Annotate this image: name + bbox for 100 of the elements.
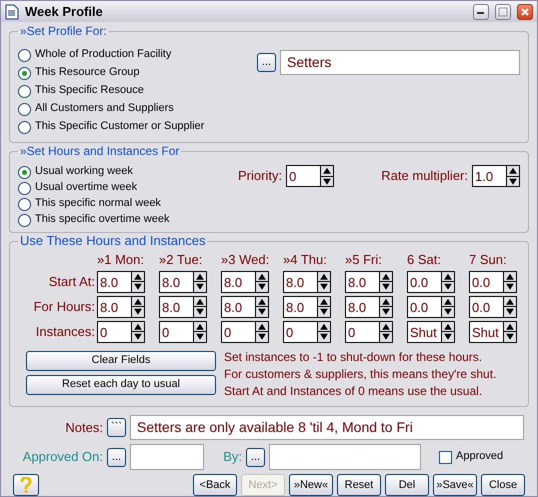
spin-arrows[interactable]: [503, 322, 516, 342]
spin-field[interactable]: 8.0: [221, 270, 269, 293]
browse-button[interactable]: ...: [257, 53, 276, 72]
radio-option[interactable]: This specific overtime week: [18, 212, 238, 228]
radio-option[interactable]: All Customers and Suppliers: [18, 100, 257, 118]
day-label: 7 Sun:: [469, 252, 508, 268]
spin-arrows[interactable]: [131, 272, 144, 292]
group-title: »Set Hours and Instances For: [18, 144, 182, 158]
radio-option[interactable]: This Specific Resouce: [18, 82, 257, 100]
radio-option[interactable]: This Specific Customer or Supplier: [18, 118, 257, 136]
maximize-button[interactable]: [495, 4, 511, 20]
spin-arrows[interactable]: [503, 296, 516, 317]
spin-field[interactable]: 8.0: [283, 270, 331, 293]
spin-field[interactable]: 0: [97, 320, 145, 343]
group-name-field[interactable]: Setters: [280, 50, 520, 75]
minimize-button[interactable]: [473, 4, 489, 20]
nav-button[interactable]: Close: [481, 474, 525, 496]
nav-button[interactable]: »Save«: [433, 474, 477, 496]
spin-field[interactable]: 8.0: [345, 296, 393, 318]
radio-option[interactable]: Usual working week: [18, 164, 238, 180]
radio-option[interactable]: This Resource Group: [18, 64, 257, 82]
nav-button[interactable]: »New«: [289, 474, 333, 496]
spin-arrows[interactable]: [193, 272, 206, 292]
spin-field[interactable]: 8.0: [283, 296, 331, 318]
spin-field[interactable]: 0: [345, 320, 393, 343]
spin-arrows[interactable]: [317, 272, 330, 292]
radio-option[interactable]: Usual overtime week: [18, 180, 238, 196]
nav-button[interactable]: <Back: [193, 474, 237, 496]
group-title: »Set Profile For:: [18, 24, 109, 38]
spin-arrows[interactable]: [506, 166, 519, 186]
spin-arrows[interactable]: [320, 166, 334, 186]
checkbox[interactable]: [439, 450, 452, 464]
help-icon: [20, 477, 32, 493]
row-label: For Hours:: [32, 298, 96, 314]
row-label: Start At:: [48, 274, 96, 290]
action-button[interactable]: Clear Fields: [26, 350, 216, 371]
spin-field[interactable]: 0.0: [469, 296, 517, 318]
spin-field[interactable]: 8.0: [221, 296, 269, 318]
nav-button[interactable]: Del: [385, 474, 429, 496]
window-title: Week Profile: [25, 4, 104, 20]
hint-text: Start At and Instances of 0 means use the usual.: [224, 382, 484, 400]
day-label: 6 Sat:: [407, 252, 442, 268]
spin-field[interactable]: 0.0: [407, 296, 455, 318]
notes-label: Notes:: [64, 420, 103, 436]
radio-option[interactable]: This specific normal week: [18, 196, 238, 212]
browse-button[interactable]: ...: [246, 448, 265, 466]
spin-field[interactable]: Shut: [469, 320, 517, 343]
spin-field[interactable]: 0: [221, 320, 269, 343]
priority-label: Priority:: [238, 168, 282, 184]
day-label: »3 Wed:: [221, 252, 270, 268]
spin-arrows[interactable]: [193, 322, 206, 342]
date-field[interactable]: [130, 444, 204, 470]
approved-on-label: Approved On:: [22, 449, 103, 465]
spin-arrows[interactable]: [441, 322, 454, 342]
browse-button[interactable]: ```: [107, 418, 126, 437]
spin-field[interactable]: 0: [159, 320, 207, 343]
spin-field[interactable]: 8.0: [345, 270, 393, 293]
spin-field[interactable]: 0.0: [407, 270, 455, 293]
spin-field[interactable]: 0: [283, 320, 331, 343]
spin-arrows[interactable]: [379, 296, 392, 317]
spin-arrows[interactable]: [131, 296, 144, 317]
hint-text: For customers & suppliers, this means they're shut.: [224, 366, 496, 383]
minimize-icon: [477, 12, 484, 14]
rate-label: Rate multiplier:: [381, 168, 468, 184]
browse-button[interactable]: ...: [107, 448, 126, 466]
nav-button[interactable]: Reset: [337, 474, 381, 496]
day-label: »5 Fri:: [345, 252, 383, 268]
approver-field[interactable]: [269, 444, 421, 470]
close-button[interactable]: [517, 4, 533, 20]
spin-arrows[interactable]: [255, 272, 268, 292]
day-label: »4 Thu:: [283, 252, 328, 268]
spin-arrows[interactable]: [131, 322, 144, 342]
spin-arrows[interactable]: [255, 296, 268, 317]
maximize-icon: [496, 4, 510, 18]
spin-field[interactable]: 8.0: [97, 270, 145, 293]
spin-arrows[interactable]: [379, 272, 392, 292]
spin-arrows[interactable]: [441, 272, 454, 292]
spin-field[interactable]: 0: [286, 165, 334, 187]
spin-arrows[interactable]: [503, 272, 516, 292]
action-button[interactable]: Reset each day to usual: [26, 374, 216, 395]
spin-field[interactable]: 8.0: [159, 270, 207, 293]
spin-arrows[interactable]: [379, 322, 392, 342]
spin-field[interactable]: 8.0: [97, 296, 145, 318]
row-label: Instances:: [34, 324, 96, 340]
spin-field[interactable]: 8.0: [159, 296, 207, 318]
day-label: »2 Tue:: [159, 252, 204, 268]
day-label: »1 Mon:: [97, 252, 145, 268]
spin-field[interactable]: 1.0: [472, 165, 520, 187]
checkbox-label[interactable]: Approved: [456, 450, 504, 464]
spin-arrows[interactable]: [317, 296, 330, 317]
notes-field[interactable]: Setters are only available 8 'til 4, Mond to Fri: [130, 415, 524, 440]
help-button[interactable]: [13, 474, 39, 496]
radio-option[interactable]: Whole of Production Facility: [18, 46, 257, 64]
spin-arrows[interactable]: [317, 322, 330, 342]
spin-arrows[interactable]: [193, 296, 206, 317]
spin-arrows[interactable]: [441, 296, 454, 317]
by-label: By:: [222, 449, 242, 465]
spin-arrows[interactable]: [255, 322, 268, 342]
spin-field[interactable]: Shut: [407, 320, 455, 343]
spin-field[interactable]: 0.0: [469, 270, 517, 293]
